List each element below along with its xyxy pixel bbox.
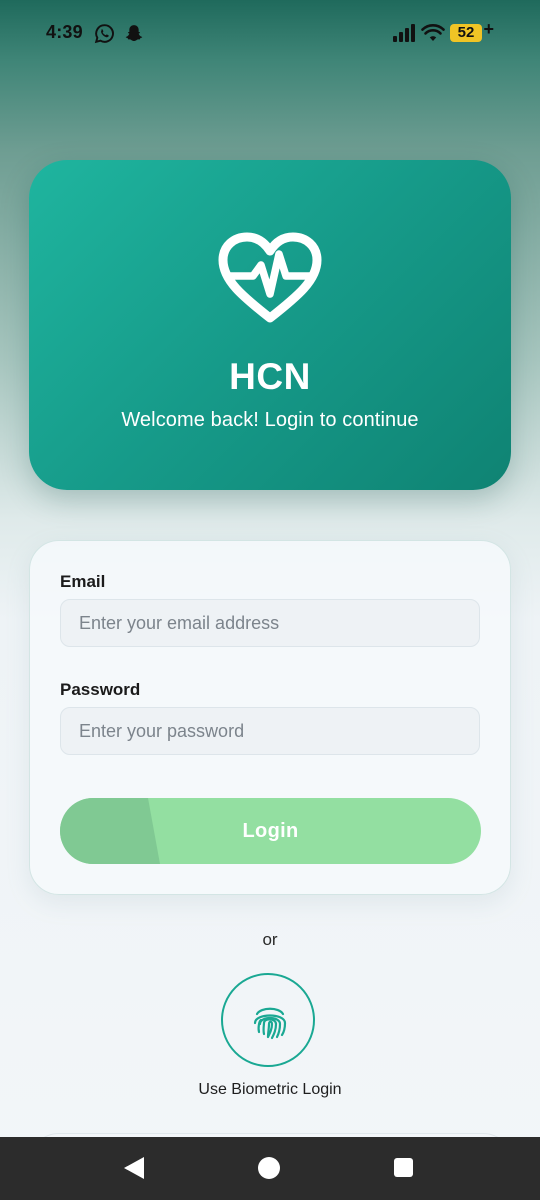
status-bar: 4:39 52 +: [0, 0, 540, 66]
login-button[interactable]: Login: [60, 798, 481, 864]
back-icon[interactable]: [124, 1157, 144, 1179]
welcome-subtitle: Welcome back! Login to continue: [121, 409, 419, 431]
login-button-label: Login: [242, 819, 299, 842]
email-field[interactable]: [60, 599, 480, 647]
home-icon[interactable]: [258, 1157, 280, 1179]
password-label: Password: [60, 680, 141, 699]
recents-icon[interactable]: [394, 1158, 413, 1177]
whatsapp-icon: [94, 24, 114, 44]
password-field[interactable]: [60, 707, 480, 755]
wifi-icon: [421, 24, 445, 41]
system-nav-bar: [0, 1137, 540, 1200]
login-button-loading-shimmer: [60, 798, 160, 864]
battery-icon: 52: [450, 24, 482, 42]
or-divider-text: or: [262, 930, 278, 949]
hero-card: HCN Welcome back! Login to continue: [29, 160, 511, 490]
signal-icon: [393, 24, 415, 42]
snapchat-icon: [125, 25, 143, 41]
biometric-login-button[interactable]: [221, 973, 315, 1067]
heart-pulse-icon: [218, 232, 322, 323]
charging-indicator: +: [483, 19, 494, 39]
email-label: Email: [60, 572, 106, 591]
login-form-card: Email Password Login: [29, 540, 511, 895]
status-time: 4:39: [46, 22, 83, 42]
app-title: HCN: [229, 356, 311, 397]
fingerprint-icon: [253, 1007, 287, 1040]
biometric-login-label: Use Biometric Login: [198, 1081, 342, 1098]
